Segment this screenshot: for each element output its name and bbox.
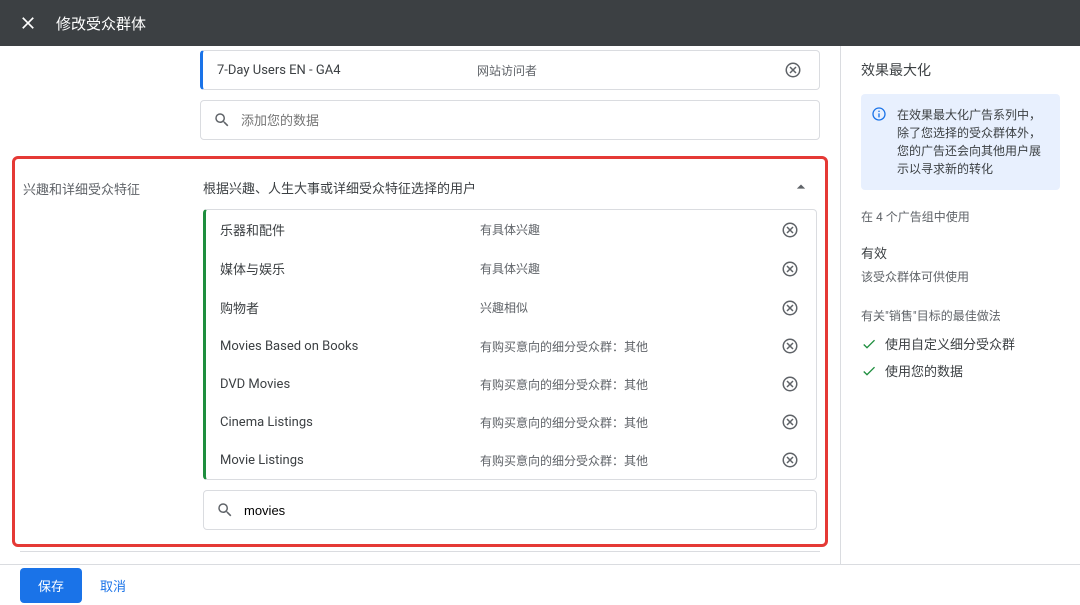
remove-icon[interactable] (778, 451, 802, 469)
interest-search[interactable] (203, 490, 817, 530)
sidebar-title: 效果最大化 (861, 60, 1060, 80)
app-bar: 修改受众群体 (0, 0, 1080, 46)
close-icon[interactable] (16, 11, 40, 35)
item-name: 媒体与娱乐 (220, 259, 480, 278)
info-icon (871, 106, 887, 122)
main-panel: 7-Day Users EN - GA4 网站访问者 兴趣和详细受众特征 (0, 46, 840, 564)
item-type: 网站访问者 (477, 62, 781, 79)
save-button[interactable]: 保存 (20, 568, 82, 603)
interest-item: 媒体与娱乐有具体兴趣 (206, 249, 816, 288)
search-icon (213, 111, 231, 129)
interest-item: 购物者兴趣相似 (206, 288, 816, 327)
item-type: 有购买意向的细分受众群：其他 (480, 452, 778, 469)
item-name: 购物者 (220, 298, 480, 317)
remove-icon[interactable] (778, 337, 802, 355)
best-practice-item: 使用自定义细分受众群 (861, 334, 1060, 353)
item-type: 有具体兴趣 (480, 221, 778, 238)
section-label-interests: 兴趣和详细受众特征 (23, 173, 203, 530)
interest-item: Movies Based on Books有购买意向的细分受众群：其他 (206, 327, 816, 365)
footer-bar: 保存 取消 (0, 564, 1080, 605)
cancel-button[interactable]: 取消 (100, 576, 126, 595)
status-subtitle: 该受众群体可供使用 (861, 268, 1060, 285)
remove-icon[interactable] (778, 260, 802, 278)
item-type: 有购买意向的细分受众群：其他 (480, 376, 778, 393)
item-name: Movies Based on Books (220, 339, 480, 354)
item-name: 7-Day Users EN - GA4 (217, 63, 477, 78)
item-type: 有购买意向的细分受众群：其他 (480, 338, 778, 355)
check-icon (861, 336, 877, 352)
best-practice-item: 使用您的数据 (861, 361, 1060, 380)
info-text: 在效果最大化广告系列中，除了您选择的受众群体外，您的广告还会向其他用户展示以寻求… (897, 108, 1041, 176)
interest-item: Cinema Listings有购买意向的细分受众群：其他 (206, 403, 816, 441)
data-item: 7-Day Users EN - GA4 网站访问者 (203, 51, 819, 89)
interest-item: Movie Listings有购买意向的细分受众群：其他 (206, 441, 816, 479)
item-type: 有具体兴趣 (480, 260, 778, 277)
item-type: 有购买意向的细分受众群：其他 (480, 414, 778, 431)
remove-icon[interactable] (778, 299, 802, 317)
remove-icon[interactable] (781, 61, 805, 79)
interest-items-box: 乐器和配件有具体兴趣媒体与娱乐有具体兴趣购物者兴趣相似Movies Based … (203, 209, 817, 480)
page-title: 修改受众群体 (56, 13, 146, 34)
highlight-frame: 兴趣和详细受众特征 根据兴趣、人生大事或详细受众特征选择的用户 乐器和配件有具体… (12, 156, 828, 547)
section-heading: 根据兴趣、人生大事或详细受众特征选择的用户 (203, 178, 476, 197)
item-name: Movie Listings (220, 453, 480, 468)
item-name: Cinema Listings (220, 415, 480, 430)
interest-item: DVD Movies有购买意向的细分受众群：其他 (206, 365, 816, 403)
interest-item: 乐器和配件有具体兴趣 (206, 210, 816, 249)
interest-search-input[interactable] (244, 503, 804, 518)
item-name: 乐器和配件 (220, 220, 480, 239)
usage-text: 在 4 个广告组中使用 (861, 208, 1060, 225)
item-name: DVD Movies (220, 377, 480, 392)
item-type: 兴趣相似 (480, 299, 778, 316)
remove-icon[interactable] (778, 413, 802, 431)
status-title: 有效 (861, 243, 1060, 262)
chevron-up-icon[interactable] (791, 177, 811, 197)
search-icon (216, 501, 234, 519)
check-icon (861, 363, 877, 379)
remove-icon[interactable] (778, 375, 802, 393)
remove-icon[interactable] (778, 221, 802, 239)
best-practices-title: 有关"销售"目标的最佳做法 (861, 307, 1060, 324)
side-panel: 效果最大化 在效果最大化广告系列中，除了您选择的受众群体外，您的广告还会向其他用… (840, 46, 1080, 564)
info-box: 在效果最大化广告系列中，除了您选择的受众群体外，您的广告还会向其他用户展示以寻求… (861, 94, 1060, 190)
data-search[interactable] (200, 100, 820, 140)
data-items-box: 7-Day Users EN - GA4 网站访问者 (200, 50, 820, 90)
data-search-input[interactable] (241, 113, 807, 128)
